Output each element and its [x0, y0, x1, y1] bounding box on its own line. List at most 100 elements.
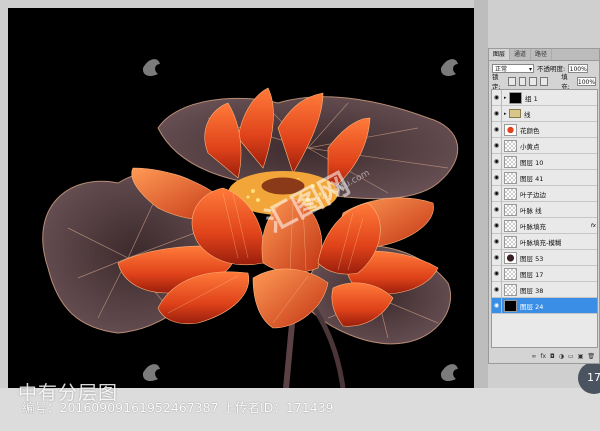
layers-panel: 图层 通道 路径 正常 不透明度: 100% 锁定: 填充: 100% ◉▸组 …	[488, 48, 600, 364]
layer-row[interactable]: ◉ 图层 24	[492, 297, 597, 314]
adjustment-icon[interactable]: ◑	[559, 353, 564, 360]
eye-icon[interactable]: ◉	[492, 142, 501, 149]
layer-row[interactable]: ◉ 图层 17	[492, 265, 597, 282]
panel-tabs: 图层 通道 路径	[489, 49, 599, 61]
eye-icon[interactable]: ◉	[492, 286, 501, 293]
image-caption: 编号：20160909161952467387 上传者ID：171439	[22, 400, 334, 415]
layer-thumbnail	[504, 155, 517, 168]
layer-divider	[501, 233, 502, 250]
layer-divider	[501, 90, 502, 106]
eye-icon[interactable]: ◉	[492, 94, 501, 101]
layer-row[interactable]: ◉ 叶脉 线	[492, 201, 597, 218]
layer-name: 叶子边边	[520, 190, 546, 199]
lock-all-icon[interactable]	[540, 76, 549, 86]
layer-fx-icon[interactable]: fx	[591, 223, 596, 229]
layer-name: 叶脉填充	[520, 222, 546, 231]
layer-row[interactable]: ◉ 图层 53	[492, 249, 597, 266]
lock-label: 锁定:	[492, 73, 501, 91]
layer-thumbnail	[504, 235, 517, 248]
eye-icon[interactable]: ◉	[492, 126, 501, 133]
layer-thumbnail	[504, 267, 517, 280]
panel-dock-strip	[474, 0, 488, 388]
layer-divider	[501, 297, 502, 314]
layer-row[interactable]: ◉ 叶脉填充-模糊	[492, 233, 597, 250]
layer-row[interactable]: ◉ 图层 38	[492, 281, 597, 298]
layer-thumbnail	[504, 251, 517, 264]
layer-divider	[501, 105, 502, 122]
layer-thumbnail	[504, 171, 517, 184]
lock-position-icon[interactable]	[529, 76, 538, 86]
layer-row[interactable]: ◉ 花颜色	[492, 121, 597, 138]
eye-icon[interactable]: ◉	[492, 302, 501, 309]
eye-icon[interactable]: ◉	[492, 222, 501, 229]
eye-icon[interactable]: ◉	[492, 174, 501, 181]
layer-thumbnail	[504, 299, 517, 312]
layer-thumbnail	[504, 283, 517, 296]
layer-name: 花颜色	[520, 126, 540, 135]
layer-divider	[501, 201, 502, 218]
lock-pixels-icon[interactable]	[518, 76, 527, 86]
layer-divider	[501, 169, 502, 186]
layer-divider	[501, 265, 502, 282]
fx-icon[interactable]: fx	[540, 353, 546, 360]
layer-name: 小黄点	[520, 142, 540, 151]
workspace: 汇图网 www.huitu.com 中有分层图 编号：2016090916195…	[0, 0, 600, 431]
mask-icon[interactable]: ◘	[550, 353, 555, 360]
layer-row[interactable]: ◉ 图层 41	[492, 169, 597, 186]
layer-row[interactable]: ◉ 图层 10	[492, 153, 597, 170]
layer-row[interactable]: ◉ 叶子边边	[492, 185, 597, 202]
layer-row[interactable]: ◉ 小黄点	[492, 137, 597, 154]
link-icon[interactable]: ∞	[531, 353, 536, 360]
eye-icon[interactable]: ◉	[492, 270, 501, 277]
eye-icon[interactable]: ◉	[492, 190, 501, 197]
layer-divider	[501, 137, 502, 154]
trash-icon[interactable]: 🗑	[587, 353, 595, 360]
layer-divider	[501, 217, 502, 234]
blend-row: 正常 不透明度: 100%	[489, 61, 599, 75]
eye-icon[interactable]: ◉	[492, 158, 501, 165]
tab-paths[interactable]: 路径	[531, 49, 553, 60]
layer-row[interactable]: ◉ 叶脉填充 fx	[492, 217, 597, 234]
layer-name: 图层 53	[520, 254, 544, 263]
layer-name: 叶脉 线	[520, 206, 542, 215]
tab-channels[interactable]: 通道	[510, 49, 532, 60]
layer-name: 叶脉填充-模糊	[520, 238, 562, 247]
layer-name: 图层 41	[520, 174, 544, 183]
fill-label: 填充:	[561, 73, 570, 91]
layer-thumbnail	[504, 203, 517, 216]
layer-row[interactable]: ◉ ▸ 线	[492, 105, 597, 122]
lock-transparency-icon[interactable]	[507, 76, 516, 86]
new-layer-icon[interactable]: ▣	[578, 353, 584, 360]
layers-list: ◉ ▸ 组 1 ◉ ▸ 线 ◉ 花颜色 ◉ 小黄点 ◉ 图层 10 ◉ 图层 41 ◉ 叶子边边 ◉ 叶脉 线 ◉ 叶…	[491, 89, 598, 348]
layer-name: 图层 17	[520, 270, 544, 279]
tab-layers[interactable]: 图层	[489, 49, 511, 60]
layer-divider	[501, 185, 502, 202]
layer-thumbnail	[504, 123, 517, 136]
layer-divider	[501, 153, 502, 170]
layer-thumbnail	[504, 219, 517, 232]
layer-row[interactable]: ◉ ▸ 组 1	[492, 90, 597, 106]
eye-icon[interactable]: ◉	[492, 110, 501, 117]
layer-name: 图层 10	[520, 158, 544, 167]
canvas[interactable]: 汇图网 www.huitu.com	[8, 8, 474, 388]
layer-divider	[501, 281, 502, 298]
layer-name: 组 1	[525, 94, 538, 103]
layer-name: 线	[524, 110, 531, 119]
eye-icon[interactable]: ◉	[492, 254, 501, 261]
layer-divider	[501, 121, 502, 138]
blend-mode-select[interactable]: 正常	[492, 63, 534, 74]
panel-footer: ∞ fx ◘ ◑ ▭ ▣ 🗑	[489, 349, 599, 363]
eye-icon[interactable]: ◉	[492, 206, 501, 213]
group-icon[interactable]: ▭	[568, 353, 574, 360]
layer-thumbnail	[504, 139, 517, 152]
layer-thumbnail	[504, 187, 517, 200]
layer-divider	[501, 249, 502, 266]
eye-icon[interactable]: ◉	[492, 238, 501, 245]
lock-row: 锁定: 填充: 100%	[489, 73, 599, 91]
folder-icon	[509, 91, 522, 104]
layer-name: 图层 24	[520, 302, 544, 311]
folder-icon	[509, 109, 521, 118]
fill-input[interactable]: 100%	[576, 76, 597, 86]
layer-name: 图层 38	[520, 286, 544, 295]
lotus-artwork	[42, 59, 459, 388]
